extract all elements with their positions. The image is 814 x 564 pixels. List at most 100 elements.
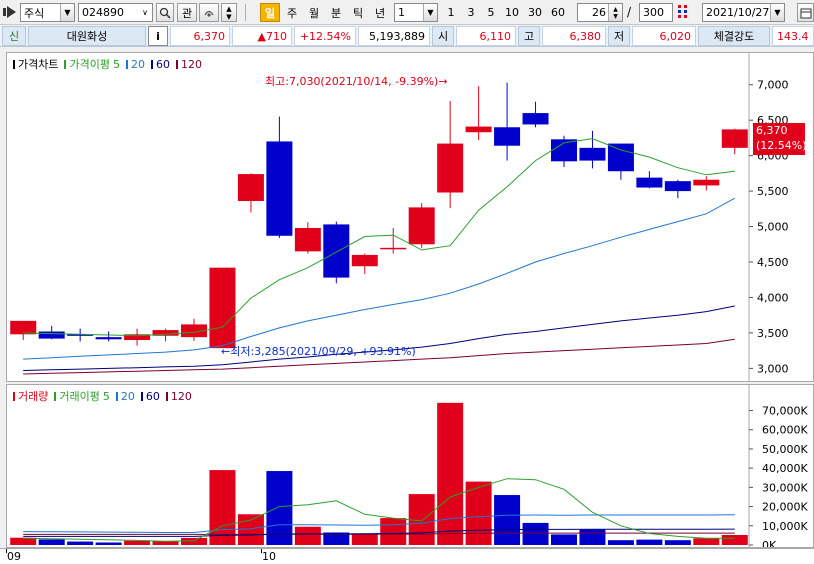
- interest-button[interactable]: 관: [177, 3, 197, 22]
- volume-bar: [721, 535, 748, 545]
- volume-bar: [494, 495, 521, 545]
- volume-bar: [67, 541, 94, 545]
- settings-icon[interactable]: [676, 4, 690, 20]
- period-tab-4[interactable]: 틱: [348, 3, 368, 22]
- volume-chart-panel[interactable]: 70,000K 60,000K 50,000K 40,000K 30,000K 20,00…: [6, 384, 814, 548]
- market-value: 주식: [24, 6, 45, 20]
- date-value: 2021/10/27: [706, 6, 770, 19]
- legend-marker: [175, 59, 178, 69]
- quote-bar: 신 대원화성 i 6,370 ▲710 +12.54% 5,193,889 시 …: [0, 25, 814, 47]
- legend-marker: [150, 59, 153, 69]
- legend-marker: [125, 59, 128, 69]
- volume-tick-label: 0K: [762, 539, 777, 547]
- volume-bar: [380, 518, 407, 545]
- window-nav-icon[interactable]: [3, 6, 17, 18]
- last-price-percent: (12.54%): [756, 139, 807, 152]
- link-button[interactable]: [199, 3, 219, 22]
- price-chart-panel[interactable]: 7,000 6,500 6,000 5,500 5,000 4,500 4,000 3,500…: [6, 52, 814, 382]
- candle-body: [380, 247, 407, 250]
- total-value: 300: [643, 6, 664, 19]
- count-separator: /: [627, 5, 632, 19]
- stepper-button[interactable]: ▲ ▼: [221, 3, 237, 22]
- candle-body: [636, 177, 663, 188]
- divider: [245, 4, 246, 21]
- legend-marker: [64, 59, 67, 69]
- price-chart[interactable]: 7,0006,5006,0005,5005,0004,5004,0003,500…: [7, 53, 813, 381]
- candle-body: [351, 254, 378, 267]
- stock-code-value: 024890: [82, 6, 124, 19]
- candle-body: [664, 181, 691, 192]
- volume-bar: [664, 540, 691, 545]
- low-annotation: ←최저:3,285(2021/09/29, +93.91%): [221, 345, 416, 358]
- calendar-button[interactable]: [797, 3, 814, 22]
- stepper-arrows[interactable]: ▲ ▼: [608, 4, 622, 21]
- high-label: 고: [518, 26, 540, 46]
- period-tab-0[interactable]: 일: [260, 3, 280, 22]
- search-icon: [159, 7, 171, 19]
- chevron-down-icon: ▼: [226, 12, 232, 21]
- stock-code-input[interactable]: 024890 ∨: [78, 3, 153, 22]
- date-tick-10: 10: [262, 550, 276, 563]
- candle-body: [465, 126, 492, 133]
- chevron-down-icon[interactable]: ▼: [60, 4, 74, 21]
- interval-quick-3[interactable]: 3: [462, 3, 480, 22]
- chevron-down-icon[interactable]: ∨: [138, 4, 152, 21]
- price-tick-label: 4,500: [757, 256, 789, 269]
- candle-body: [494, 127, 521, 146]
- interval-quick-5[interactable]: 5: [482, 3, 500, 22]
- info-button[interactable]: i: [148, 26, 168, 46]
- interval-quick-30[interactable]: 30: [524, 3, 546, 22]
- total-input[interactable]: 300: [639, 3, 673, 22]
- volume-tick-label: 10,000K: [762, 520, 808, 533]
- volume-bar: [351, 533, 378, 545]
- volume-ma60-label: 60: [145, 389, 160, 403]
- period-tab-1[interactable]: 주: [282, 3, 302, 22]
- interval-value: 1: [398, 6, 405, 19]
- toolbar: 주식 ▼ 024890 ∨ 관 ▲ ▼ 1 ▼ 26 ▲ ▼ / 300 2021/…: [0, 0, 814, 25]
- volume-bar: [237, 514, 264, 545]
- price-legend-title: 가격차트: [18, 58, 59, 71]
- stock-name[interactable]: 대원화성: [28, 26, 146, 46]
- search-button[interactable]: [156, 3, 174, 22]
- count-stepper[interactable]: 26 ▲ ▼: [577, 3, 623, 22]
- interest-label: 관: [181, 6, 193, 20]
- interval-quick-60[interactable]: 60: [548, 3, 568, 22]
- date-tick-mark: [261, 549, 262, 553]
- volume-ma120-label: 120: [170, 389, 192, 403]
- candle-body: [408, 207, 435, 245]
- candle-body: [237, 174, 264, 202]
- high-price: 6,380: [542, 26, 606, 46]
- low-price: 6,020: [632, 26, 696, 46]
- volume-bar: [693, 538, 720, 545]
- chevron-down-icon[interactable]: ▼: [423, 4, 437, 21]
- volume-bar: [95, 542, 122, 545]
- date-tick-mark: [6, 549, 7, 553]
- volume-bar: [152, 541, 179, 545]
- interval-select[interactable]: 1 ▼: [394, 3, 438, 22]
- volume-bar: [465, 481, 492, 545]
- candle-body: [522, 113, 549, 125]
- date-select[interactable]: 2021/10/27 ▼: [702, 3, 785, 22]
- legend-marker: [54, 391, 57, 401]
- date-tick-09: 09: [7, 550, 21, 563]
- interval-quick-1[interactable]: 1: [442, 3, 460, 22]
- volume-tick-label: 70,000K: [762, 405, 808, 418]
- period-tab-2[interactable]: 월: [304, 3, 324, 22]
- volume-bar: [181, 537, 207, 545]
- interval-quick-10[interactable]: 10: [502, 3, 522, 22]
- legend-marker: [165, 391, 168, 401]
- last-price-tag: 6,370 (12.54%): [753, 123, 807, 155]
- price-ma-title: 가격이평: [69, 58, 110, 71]
- date-axis: 09 10: [0, 548, 814, 564]
- chevron-down-icon[interactable]: ▼: [770, 4, 784, 21]
- volume-chart[interactable]: 70,000K 60,000K 50,000K 40,000K 30,000K 20,00…: [7, 385, 813, 547]
- period-tab-3[interactable]: 분: [326, 3, 346, 22]
- current-price: 6,370: [170, 26, 230, 46]
- volume-tick-label: 50,000K: [762, 443, 808, 456]
- volume-bar: [124, 540, 151, 545]
- period-tab-5[interactable]: 년: [370, 3, 390, 22]
- volume-bar: [607, 540, 634, 545]
- candle-body: [95, 337, 122, 340]
- market-select[interactable]: 주식 ▼: [20, 3, 75, 22]
- price-tick-label: 5,500: [757, 185, 789, 198]
